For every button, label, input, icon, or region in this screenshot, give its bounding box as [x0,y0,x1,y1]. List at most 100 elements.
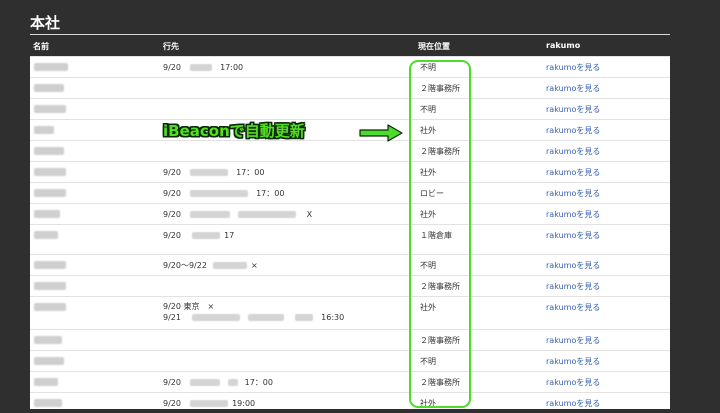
destination-date: 9/20 [163,231,181,240]
destination-time: 19:00 [232,399,256,408]
destination-date: 9/20 [163,189,181,198]
redacted-text [191,232,220,239]
destination-date: 9/20 [163,168,181,177]
staff-table: 9/20 17:00 不明 rakumoを見る ２階事務所 rakumoを見る … [30,56,670,409]
table-row: 9/20 19:00 社外 rakumoを見る [30,392,670,413]
name-redacted [34,378,58,386]
redacted-text [189,400,228,407]
name-redacted [34,336,62,344]
redacted-text [189,211,230,218]
destination-time: 17：00 [256,189,285,198]
redacted-text [191,314,240,321]
rakumo-link[interactable]: rakumoを見る [546,125,600,136]
rakumo-link[interactable]: rakumoを見る [546,62,600,73]
redacted-text [228,379,239,386]
destination-cell: 9/20 17：00 [163,377,273,388]
table-row: ２階事務所 rakumoを見る [30,275,670,296]
name-redacted [34,84,64,92]
destination-date: 9/21 [163,313,181,322]
destination-line-1: 9/20 東京 × [163,302,215,311]
name-redacted [34,303,66,311]
rakumo-link[interactable]: rakumoを見る [546,104,600,115]
table-row: 9/20 17：00 ロビー rakumoを見る [30,182,670,203]
name-redacted [34,126,54,134]
redacted-text [189,64,212,71]
table-row: ２階事務所 rakumoを見る [30,140,670,161]
table-row: 9/20〜9/22 × 不明 rakumoを見る [30,254,670,275]
destination-cell: 9/20 17：00 [163,188,284,199]
redacted-text [213,262,248,269]
name-redacted [34,261,66,269]
rakumo-link[interactable]: rakumoを見る [546,230,600,241]
name-redacted [34,399,62,407]
rakumo-link[interactable]: rakumoを見る [546,83,600,94]
destination-time: 17：00 [244,378,273,387]
redacted-text [294,314,313,321]
name-redacted [34,168,66,176]
redacted-text [189,190,248,197]
destination-cell: 9/20 17：00 [163,167,264,178]
table-row: ２階事務所 rakumoを見る [30,329,670,350]
table-row: 社外 rakumoを見る [30,119,670,140]
destination-mark: × [251,261,258,270]
destination-cell: 9/20〜9/22 × [163,260,258,271]
table-row: 不明 rakumoを見る [30,98,670,119]
table-row: 9/20 17：00 社外 rakumoを見る [30,161,670,182]
redacted-text [248,314,285,321]
rakumo-link[interactable]: rakumoを見る [546,188,600,199]
title-divider [30,34,670,35]
column-header-name: 名前 [33,42,49,51]
column-header-location: 現在位置 [418,42,450,51]
name-redacted [34,63,68,71]
destination-date: 9/20 [163,378,181,387]
rakumo-link[interactable]: rakumoを見る [546,260,600,271]
destination-cell: 9/20 19:00 [163,398,255,409]
table-row: ２階事務所 rakumoを見る [30,77,670,98]
rakumo-link[interactable]: rakumoを見る [546,377,600,388]
ibeacon-callout: iBeaconで自動更新 [163,122,305,140]
table-row: 9/20 17:00 不明 rakumoを見る [30,56,670,77]
rakumo-link[interactable]: rakumoを見る [546,146,600,157]
redacted-text [189,379,220,386]
destination-time: 17 [224,231,235,240]
rakumo-link[interactable]: rakumoを見る [546,335,600,346]
destination-cell: 9/20 17:00 [163,62,243,73]
table-row: 9/20 X 社外 rakumoを見る [30,203,670,224]
table-row: 不明 rakumoを見る [30,350,670,371]
rakumo-link[interactable]: rakumoを見る [546,398,600,409]
column-header-destination: 行先 [163,42,179,51]
destination-cell: 9/20 X [163,209,312,220]
name-redacted [34,231,58,239]
table-row: 9/20 17 １階倉庫 rakumoを見る [30,224,670,254]
arrow-right-icon [359,124,403,142]
redacted-text [189,169,228,176]
name-redacted [34,189,66,197]
destination-date: 9/20 [163,399,181,408]
table-row: 9/20 17：00 ２階事務所 rakumoを見る [30,371,670,392]
destination-cell: 9/20 東京 × 9/21 16:30 [163,301,344,323]
redacted-text [238,211,297,218]
rakumo-link[interactable]: rakumoを見る [546,167,600,178]
name-redacted [34,357,64,365]
name-redacted [34,210,60,218]
rakumo-link[interactable]: rakumoを見る [546,356,600,367]
table-row: 9/20 東京 × 9/21 16:30 社外 rakumoを見る [30,296,670,329]
location-highlight-frame [409,60,471,408]
destination-line-2: 9/21 16:30 [163,312,344,323]
destination-date: 9/20 [163,63,181,72]
name-redacted [34,105,66,113]
destination-time: 17:00 [220,63,244,72]
destination-date: 9/20〜9/22 [163,261,207,270]
destination-date: 9/20 [163,210,181,219]
name-redacted [34,147,64,155]
destination-cell: 9/20 17 [163,230,234,241]
column-header-rakumo: rakumo [546,41,581,50]
destination-time: 16:30 [321,313,345,322]
destination-mark: X [306,210,313,219]
destination-time: 17：00 [236,168,265,177]
rakumo-link[interactable]: rakumoを見る [546,281,600,292]
page-title: 本社 [30,14,61,32]
rakumo-link[interactable]: rakumoを見る [546,302,600,313]
rakumo-link[interactable]: rakumoを見る [546,209,600,220]
name-redacted [34,282,66,290]
